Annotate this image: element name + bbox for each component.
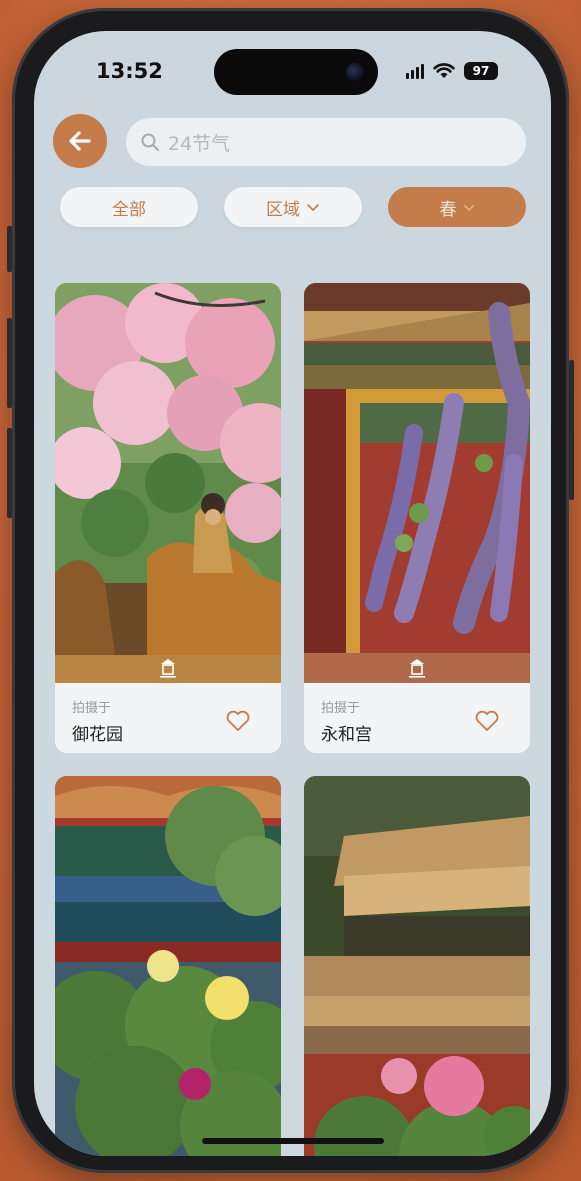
volume-up-button <box>7 318 12 408</box>
back-button[interactable] <box>53 114 107 168</box>
palace-logo-icon <box>160 659 176 678</box>
dynamic-island <box>214 49 378 95</box>
palace-logo-icon <box>409 659 425 678</box>
photo-card[interactable]: 拍摄于 永和宫 <box>304 283 530 753</box>
filter-all[interactable]: 全部 <box>60 187 198 227</box>
status-icons: 97 <box>406 61 498 81</box>
card-caption: 拍摄于 <box>321 701 361 716</box>
filter-season-label: 春 <box>439 199 457 220</box>
photo-card[interactable] <box>304 776 530 1156</box>
heart-icon[interactable] <box>225 709 251 733</box>
filter-season-dropdown[interactable]: 春 <box>388 187 526 227</box>
heart-icon[interactable] <box>474 709 500 733</box>
screen: 13:52 97 24节气 全部 区域 春 拍摄于 御花园 拍摄于 永和宫 <box>34 31 551 1156</box>
power-button <box>569 360 574 500</box>
camera-icon <box>346 63 364 81</box>
card-location: 御花园 <box>72 725 123 745</box>
silent-switch <box>7 226 12 272</box>
arrow-left-icon <box>69 131 91 151</box>
card-caption: 拍摄于 <box>72 701 112 716</box>
filter-all-label: 全部 <box>112 199 146 220</box>
signal-icon <box>406 63 424 79</box>
card-location: 永和宫 <box>321 725 372 745</box>
chevron-down-icon <box>463 204 474 211</box>
filter-region-dropdown[interactable]: 区域 <box>224 187 362 227</box>
photo-yellow-peonies <box>55 776 281 1156</box>
filter-region-label: 区域 <box>266 199 300 220</box>
wifi-icon <box>433 63 455 78</box>
photo-pink-blossoms <box>55 283 281 683</box>
battery-indicator: 97 <box>464 62 498 80</box>
photo-card[interactable] <box>55 776 281 1156</box>
search-placeholder: 24节气 <box>168 132 231 155</box>
volume-down-button <box>7 428 12 518</box>
photo-wisteria <box>304 283 530 683</box>
search-icon <box>141 133 160 152</box>
search-input[interactable]: 24节气 <box>126 118 526 166</box>
photo-pink-peonies <box>304 776 530 1156</box>
status-time: 13:52 <box>96 59 163 83</box>
chevron-down-icon <box>307 204 319 211</box>
photo-card[interactable]: 拍摄于 御花园 <box>55 283 281 753</box>
home-indicator <box>202 1138 384 1144</box>
